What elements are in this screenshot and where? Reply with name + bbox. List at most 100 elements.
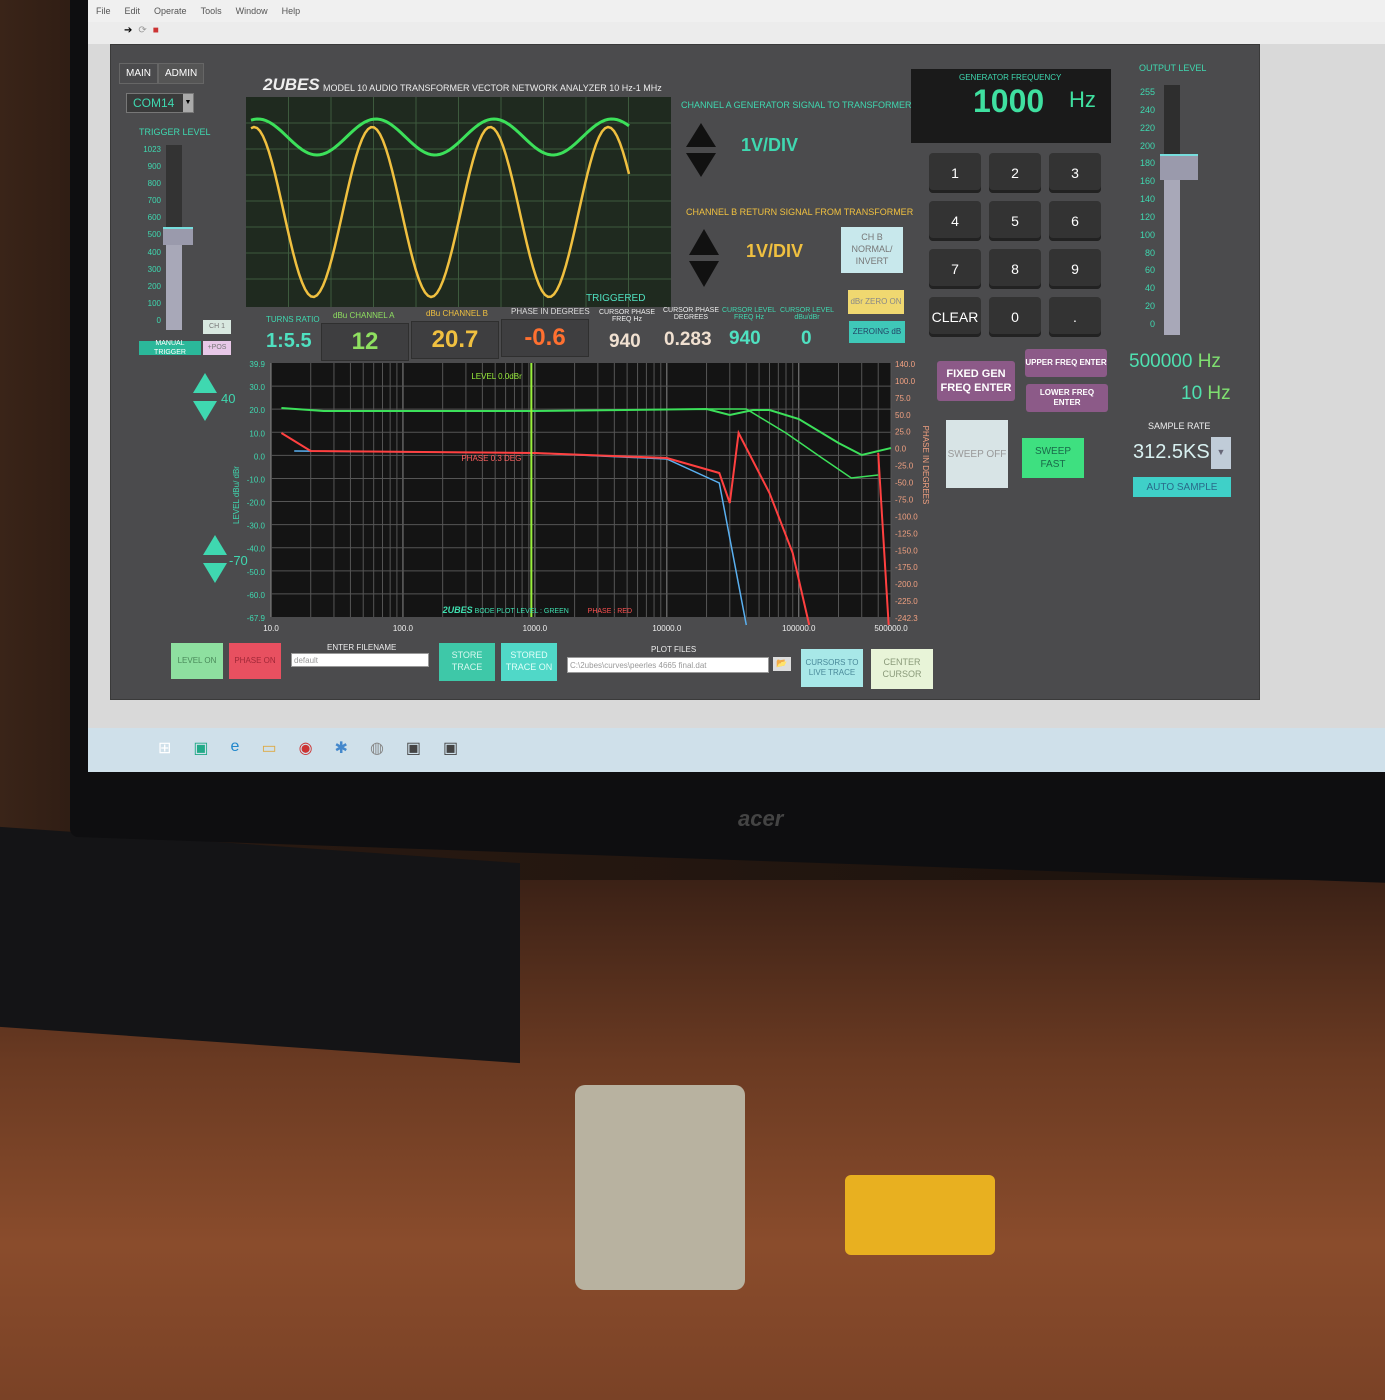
- right-axis-tick: -242.3: [895, 614, 918, 623]
- fixed-gen-freq-enter-button[interactable]: FIXED GEN FREQ ENTER: [937, 361, 1015, 401]
- output-level-slider[interactable]: [1160, 85, 1198, 335]
- channel-b-scale-up-button[interactable]: [689, 229, 719, 255]
- manual-trigger-button[interactable]: MANUAL TRIGGER: [139, 340, 201, 356]
- output-level-label: OUTPUT LEVEL: [1139, 63, 1207, 73]
- plot-file-path-input[interactable]: [567, 657, 769, 673]
- com-port-value: COM14: [133, 96, 175, 110]
- phase-label: PHASE IN DEGREES: [511, 307, 590, 316]
- tab-admin[interactable]: ADMIN: [158, 63, 205, 84]
- channel-b-scale-down-button[interactable]: [689, 261, 719, 287]
- level-on-button[interactable]: LEVEL ON: [171, 643, 223, 679]
- x-axis-tick: 10.0: [263, 624, 279, 633]
- labview-window-icon[interactable]: ▣: [406, 738, 421, 762]
- triggered-status: TRIGGERED: [586, 293, 645, 304]
- store-app-icon[interactable]: ▣: [193, 738, 208, 762]
- x-axis-tick: 100000.0: [782, 624, 816, 633]
- menu-window[interactable]: Window: [236, 6, 268, 16]
- zeroing-button[interactable]: ZEROING dB: [849, 321, 905, 343]
- channel-a-scale: 1V/DIV: [741, 135, 799, 155]
- keypad-key-0[interactable]: 0: [989, 297, 1041, 337]
- filename-input[interactable]: [291, 653, 429, 667]
- keypad-key-7[interactable]: 7: [929, 249, 981, 289]
- network-app-icon[interactable]: ✱: [335, 738, 348, 762]
- keypad-key-3[interactable]: 3: [1049, 153, 1101, 193]
- start-icon[interactable]: ⊞: [158, 738, 171, 762]
- stop-icon[interactable]: ■: [153, 25, 159, 41]
- ch-b-invert-button[interactable]: CH B NORMAL/ INVERT: [841, 227, 903, 273]
- channel-a-scale-up-button[interactable]: [686, 123, 716, 147]
- channel-b-scale: 1V/DIV: [746, 241, 804, 261]
- left-axis-tick: -20.0: [247, 499, 266, 508]
- keypad-key-clear[interactable]: CLEAR: [929, 297, 981, 337]
- menu-operate[interactable]: Operate: [154, 6, 187, 16]
- output-level-tick: 255: [1139, 87, 1155, 97]
- trigger-level-slider[interactable]: [163, 145, 193, 330]
- transformer-can: [575, 1085, 745, 1290]
- file-explorer-icon[interactable]: ▭: [261, 738, 276, 762]
- output-slider-thumb[interactable]: [1160, 154, 1198, 180]
- lower-freq-enter-button[interactable]: LOWER FREQ ENTER: [1026, 384, 1108, 412]
- keypad-key-2[interactable]: 2: [989, 153, 1041, 193]
- labview-window-2-icon[interactable]: ▣: [443, 738, 458, 762]
- taskbar: ⊞ ▣ e ▭ ◉ ✱ ◍ ▣ ▣: [88, 728, 1385, 772]
- sample-rate-dropdown[interactable]: ▼: [1211, 437, 1231, 469]
- menu-help[interactable]: Help: [282, 6, 301, 16]
- menu-edit[interactable]: Edit: [125, 6, 141, 16]
- phase-value: -0.6: [524, 324, 566, 351]
- upper-freq-enter-button[interactable]: UPPER FREQ ENTER: [1025, 349, 1107, 377]
- right-axis-tick: -25.0: [895, 462, 914, 471]
- subtitle: MODEL 10 AUDIO TRANSFORMER VECTOR NETWOR…: [323, 83, 662, 93]
- auto-sample-button[interactable]: AUTO SAMPLE: [1133, 477, 1231, 497]
- stored-trace-on-button[interactable]: STORED TRACE ON: [501, 643, 557, 681]
- paint-icon[interactable]: ◍: [370, 738, 384, 762]
- keypad-key-6[interactable]: 6: [1049, 201, 1101, 241]
- bode-footer-brand: 2UBES: [442, 605, 473, 615]
- small-transformer: [845, 1175, 995, 1255]
- dbr-zero-button[interactable]: dBr ZERO ON: [848, 290, 904, 314]
- center-cursor-button[interactable]: CENTER CURSOR: [871, 649, 933, 689]
- sweep-fast-button[interactable]: SWEEP FAST: [1022, 438, 1084, 478]
- keypad-key-9[interactable]: 9: [1049, 249, 1101, 289]
- right-axis-tick: 140.0: [895, 360, 916, 369]
- cha-label: dBu CHANNEL A: [333, 311, 395, 320]
- output-level-tick: 40: [1144, 283, 1155, 294]
- ch1-button[interactable]: CH 1: [203, 320, 231, 334]
- com-port-select[interactable]: COM14 ▼: [126, 93, 194, 113]
- output-level-tick: 100: [1139, 229, 1155, 240]
- cha-value: 12: [351, 328, 379, 355]
- channel-a-scale-down-button[interactable]: [686, 153, 716, 177]
- cursor-level-freq-value: 940: [729, 328, 761, 349]
- left-axis-tick: -40.0: [247, 545, 266, 554]
- sample-rate-value: 312.5KS: [1133, 441, 1210, 463]
- trigger-tick: 200: [147, 281, 161, 291]
- menu-bar: File Edit Operate Tools Window Help: [88, 0, 1385, 22]
- right-axis-title: PHASE IN DEGREES: [921, 426, 930, 505]
- pos-button[interactable]: +POS: [203, 341, 231, 355]
- output-level-tick: 140: [1139, 194, 1155, 205]
- keypad-key-5[interactable]: 5: [989, 201, 1041, 241]
- sweep-off-button[interactable]: SWEEP OFF: [946, 420, 1008, 488]
- run-icon[interactable]: ➔: [124, 25, 132, 41]
- phase-on-button[interactable]: PHASE ON: [229, 643, 281, 679]
- keypad-key-4[interactable]: 4: [929, 201, 981, 241]
- trigger-slider-thumb[interactable]: [163, 226, 193, 245]
- store-trace-button[interactable]: STORE TRACE: [439, 643, 495, 681]
- left-axis-tick: -67.9: [247, 614, 266, 623]
- internet-explorer-icon[interactable]: e: [231, 738, 240, 762]
- tab-main[interactable]: MAIN: [119, 63, 158, 84]
- output-level-tick: 220: [1139, 122, 1155, 133]
- keypad-key-8[interactable]: 8: [989, 249, 1041, 289]
- browse-folder-icon[interactable]: 📂: [773, 657, 791, 671]
- output-level-tick: 20: [1144, 301, 1155, 312]
- generator-frequency-display: GENERATOR FREQUENCY 1000 Hz: [911, 69, 1111, 143]
- keypad-key-1[interactable]: 1: [929, 153, 981, 193]
- cursors-to-live-trace-button[interactable]: CURSORS TO LIVE TRACE: [801, 649, 863, 687]
- menu-file[interactable]: File: [96, 6, 111, 16]
- menu-tools[interactable]: Tools: [201, 6, 222, 16]
- run-continuous-icon[interactable]: ⟳: [138, 25, 146, 41]
- keypad-key-dot[interactable]: .: [1049, 297, 1101, 337]
- chrome-icon[interactable]: ◉: [299, 738, 313, 762]
- turns-ratio-label: TURNS RATIO: [266, 315, 320, 324]
- trigger-tick: 1023: [143, 145, 161, 154]
- trigger-tick: 400: [147, 247, 161, 257]
